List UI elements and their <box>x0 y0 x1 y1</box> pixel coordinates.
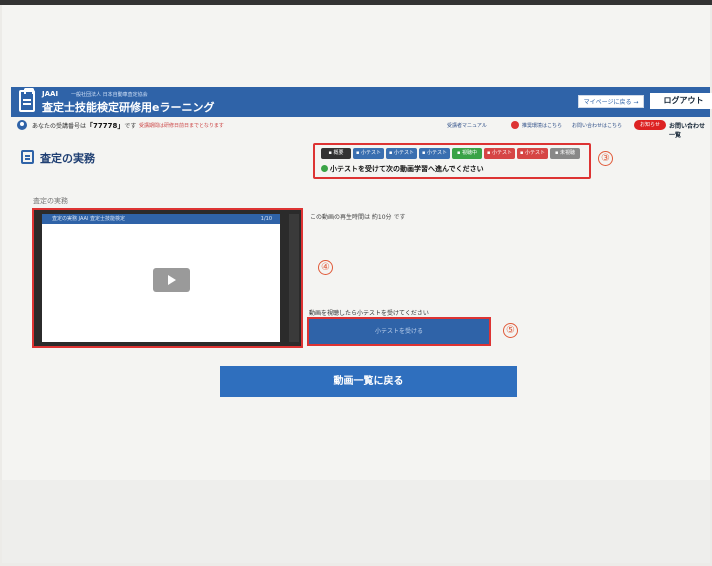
callout-3: ③ <box>598 151 613 166</box>
back-to-list-button[interactable]: 動画一覧に戻る <box>220 366 517 397</box>
period-note: 受講期間は研修日前日までとなります <box>139 123 224 129</box>
video-player[interactable]: 査定の実務 JAAI 査定士技能検定 1/10 <box>32 208 303 348</box>
callout-4: ④ <box>318 260 333 275</box>
user-prefix: あなたの受講番号は <box>32 123 87 130</box>
site-header: JAAI 一般社団法人 日本自動車査定協会 査定士技能検定研修用eラーニング マ… <box>11 87 712 117</box>
video-bar-title: 査定の実務 JAAI 査定士技能検定 <box>52 216 126 222</box>
site-title[interactable]: 査定士技能検定研修用eラーニング <box>42 99 214 115</box>
document-icon <box>21 150 34 164</box>
step-chip[interactable]: 視聴中 <box>452 148 482 159</box>
video-duration: この動画の再生時間は 約10分 です <box>310 214 406 221</box>
progress-steps-box: 概要小テスト小テスト小テスト視聴中小テスト小テスト未視聴 小テストを受けて次の動… <box>313 143 591 179</box>
brand-org-sub: 一般社団法人 日本自動車査定協会 <box>71 92 148 98</box>
callout-5: ⑤ <box>503 323 518 338</box>
step-message: 小テストを受けて次の動画学習へ進んでください <box>321 164 484 174</box>
manual-link[interactable]: 受講者マニュアル <box>447 122 487 129</box>
status-dot-icon <box>321 165 328 172</box>
step-message-text: 小テストを受けて次の動画学習へ進んでください <box>330 165 484 173</box>
video-title-bar: 査定の実務 JAAI 査定士技能検定 1/10 <box>42 214 280 224</box>
user-suffix: です <box>124 123 137 130</box>
mypage-button[interactable]: マイページに戻る → <box>578 95 644 108</box>
video-screen[interactable]: 査定の実務 JAAI 査定士技能検定 1/10 <box>42 214 280 342</box>
step-chip[interactable]: 未視聴 <box>550 148 580 159</box>
step-chip[interactable]: 小テスト <box>517 148 548 159</box>
user-id: 「77778」 <box>86 122 125 130</box>
brand-org: JAAI <box>42 90 59 98</box>
step-chip[interactable]: 小テスト <box>386 148 417 159</box>
video-label: 査定の実務 <box>33 197 68 205</box>
step-chip[interactable]: 小テスト <box>419 148 450 159</box>
user-info-bar: あなたの受講番号は「77778」です 受講期間は研修日前日までとなります 受講者… <box>11 119 710 139</box>
video-side-panel <box>289 214 299 342</box>
step-chip[interactable]: 小テスト <box>353 148 384 159</box>
warning-icon <box>511 121 519 129</box>
video-bar-right: 1/10 <box>260 216 272 222</box>
bottom-area <box>2 480 710 563</box>
logout-button[interactable]: ログアウト <box>650 93 712 109</box>
env-link[interactable]: 推奨環境はこちら <box>522 122 562 129</box>
notice-pill[interactable]: お知らせ <box>634 120 666 130</box>
quiz-hint: 動画を視聴したら小テストを受けてください <box>309 310 429 317</box>
clipboard-logo-icon <box>19 88 35 112</box>
take-quiz-button[interactable]: 小テストを受ける <box>307 317 491 346</box>
page-title: 査定の実務 <box>40 152 95 165</box>
step-chips: 概要小テスト小テスト小テスト視聴中小テスト小テスト未視聴 <box>321 148 580 159</box>
user-icon <box>17 120 27 130</box>
faq-link[interactable]: お問い合わせ一覧 <box>669 121 710 139</box>
step-chip[interactable]: 小テスト <box>484 148 515 159</box>
contact-link[interactable]: お問い合わせはこちら <box>572 122 622 129</box>
play-icon[interactable] <box>153 268 190 292</box>
step-chip[interactable]: 概要 <box>321 148 351 159</box>
user-id-text: あなたの受講番号は「77778」です <box>32 121 136 131</box>
